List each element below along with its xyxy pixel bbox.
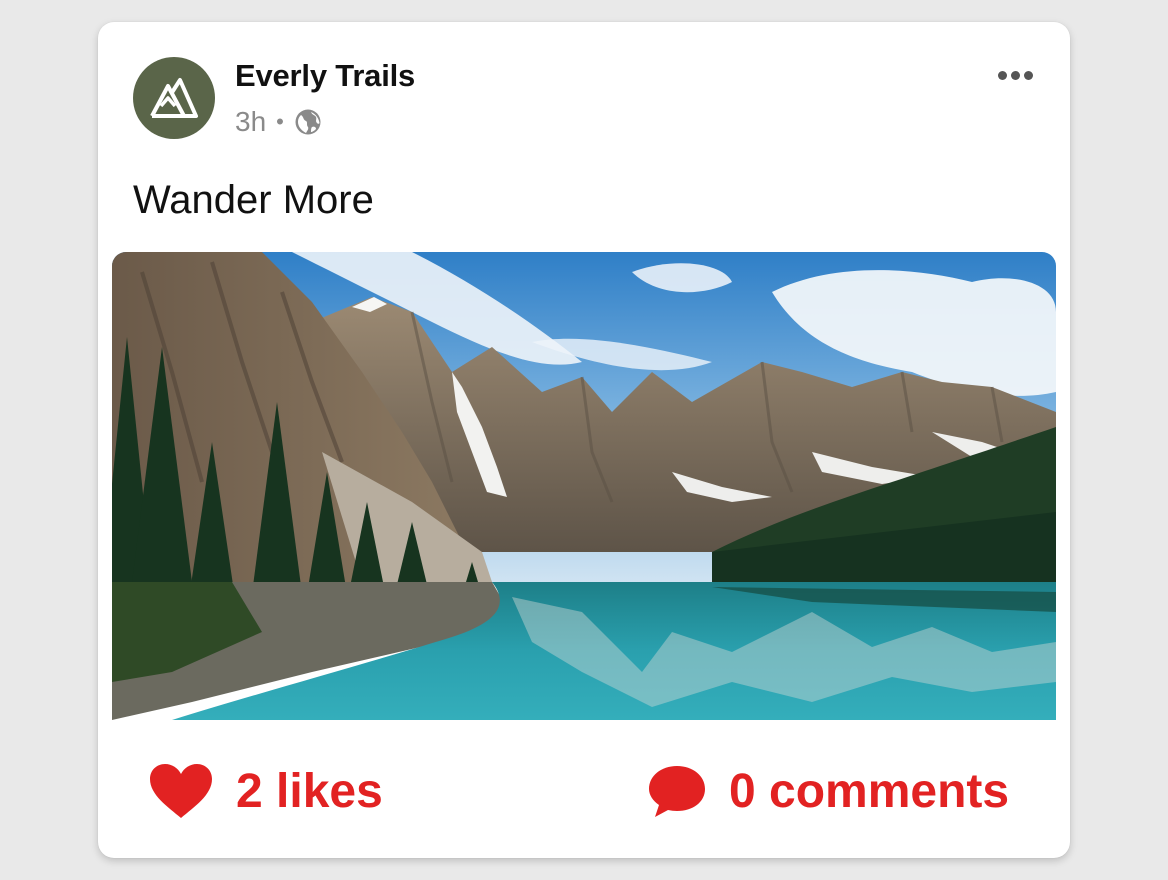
more-options-icon	[1023, 70, 1033, 80]
post-caption: Wander More	[133, 178, 374, 222]
post-timestamp[interactable]: 3h	[235, 106, 266, 138]
more-options-icon	[1010, 70, 1020, 80]
author-avatar[interactable]	[133, 57, 215, 139]
mountain-logo-icon	[150, 78, 198, 118]
mountain-lake-photo	[112, 252, 1056, 720]
heart-icon	[150, 764, 212, 818]
post-card: Everly Trails 3h • Wander More 2 likes 0…	[98, 22, 1070, 858]
like-button[interactable]: 2 likes	[148, 762, 383, 820]
more-options-icon	[997, 70, 1007, 80]
post-meta: 3h •	[235, 106, 322, 138]
more-options-button[interactable]	[988, 60, 1042, 90]
likes-count: 2 likes	[236, 764, 383, 818]
post-image[interactable]	[112, 252, 1056, 720]
comment-bubble-icon	[649, 766, 705, 817]
author-name[interactable]: Everly Trails	[235, 58, 415, 94]
comment-button[interactable]: 0 comments	[647, 762, 1009, 820]
meta-separator: •	[276, 109, 284, 134]
comments-count: 0 comments	[729, 764, 1010, 818]
globe-icon	[295, 109, 321, 135]
